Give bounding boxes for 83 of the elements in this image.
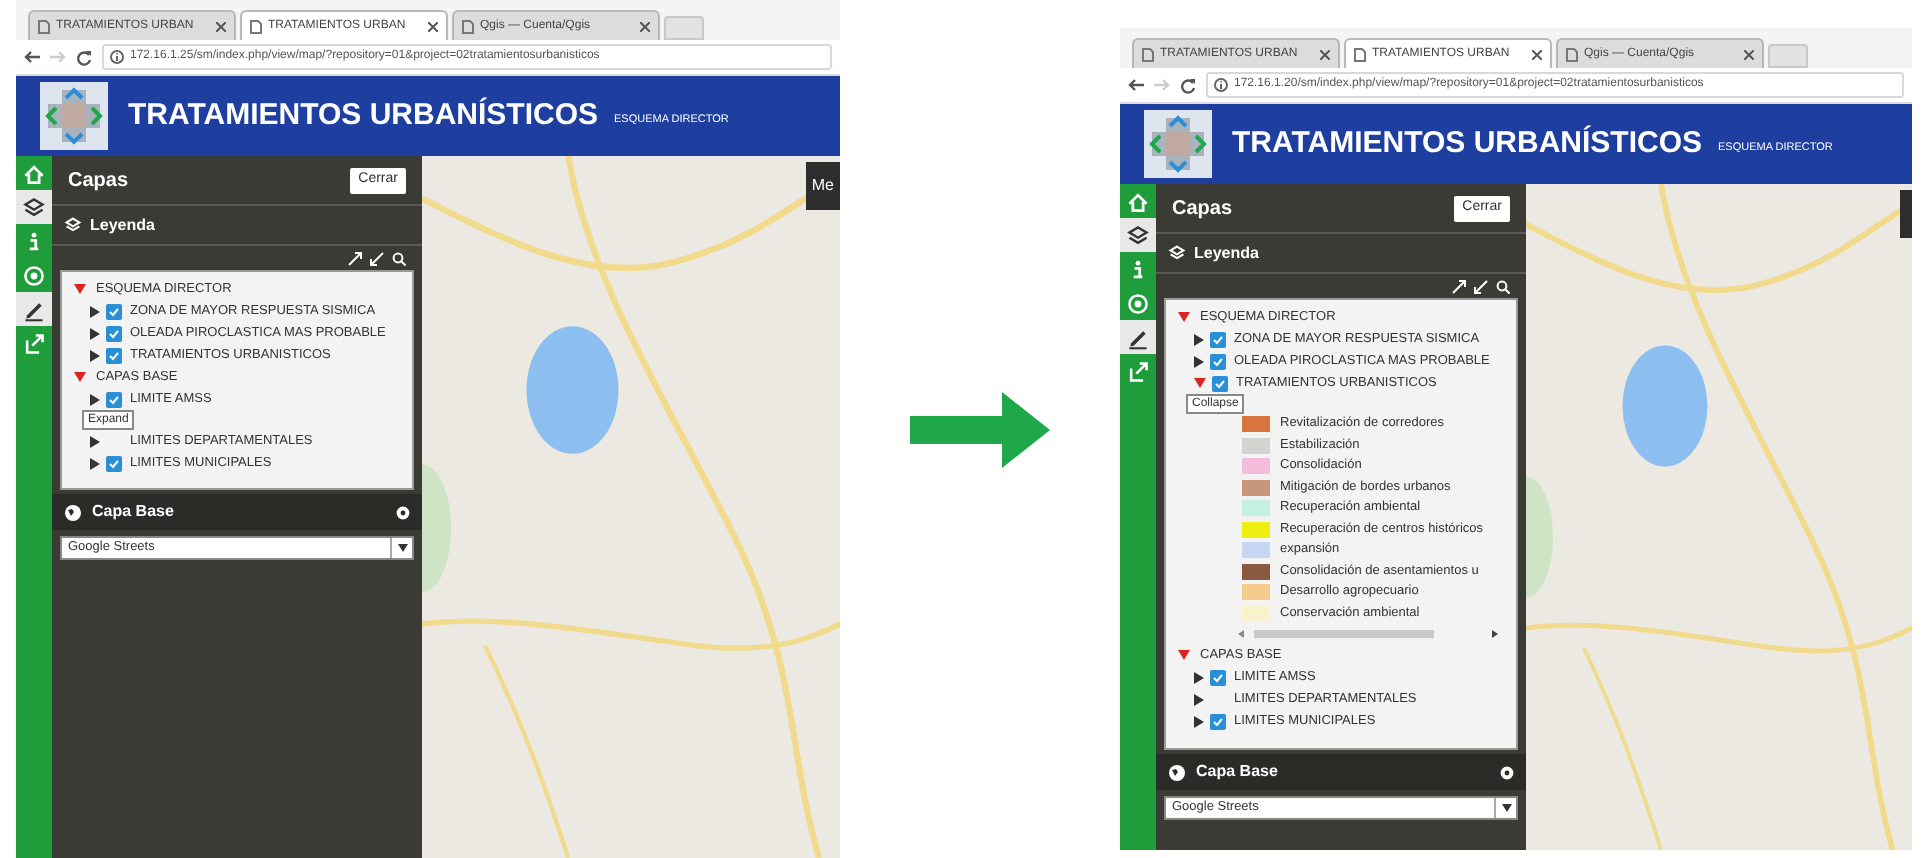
caret-down-icon[interactable] xyxy=(1194,378,1206,388)
checkbox[interactable] xyxy=(1210,331,1226,347)
layers-icon xyxy=(1168,244,1186,262)
checkbox[interactable] xyxy=(1210,669,1226,685)
caret-right-icon[interactable] xyxy=(1194,693,1204,705)
sidebar-button[interactable] xyxy=(1120,218,1156,252)
right-arrow-drawing xyxy=(910,391,1050,467)
panel-title: Capas xyxy=(1172,195,1233,223)
legend-title: Leyenda xyxy=(90,213,155,237)
diagonal-arrow-icon[interactable] xyxy=(348,251,362,265)
page-icon xyxy=(1142,47,1154,61)
caret-down-icon xyxy=(1501,804,1511,812)
back-icon[interactable] xyxy=(24,50,40,64)
caret-down-icon[interactable] xyxy=(74,284,86,294)
caret-right-icon[interactable] xyxy=(1194,715,1204,727)
legend-title: Leyenda xyxy=(1194,241,1259,265)
checkbox[interactable] xyxy=(106,347,122,363)
layers-icon xyxy=(64,216,82,234)
page-icon xyxy=(1566,47,1578,61)
pencil-icon xyxy=(1126,325,1150,349)
page-icon xyxy=(38,19,50,33)
caret-right-icon[interactable] xyxy=(90,393,100,405)
logo-icon xyxy=(40,82,108,150)
map-button[interactable]: Me xyxy=(805,162,840,210)
checkbox[interactable] xyxy=(1210,353,1226,369)
checkbox[interactable] xyxy=(1212,375,1228,391)
page-icon xyxy=(1354,47,1366,61)
caret-right-icon[interactable] xyxy=(1194,355,1204,367)
info-icon[interactable] xyxy=(1214,78,1228,92)
home-icon xyxy=(22,161,46,185)
caret-right-icon[interactable] xyxy=(90,457,100,469)
caret-right-icon[interactable] xyxy=(90,327,100,339)
info-icon[interactable] xyxy=(110,50,124,64)
caret-down-icon xyxy=(397,544,407,552)
globe-icon xyxy=(64,503,82,521)
caret-right-icon[interactable] xyxy=(90,349,100,361)
share-icon xyxy=(1126,359,1150,383)
checkbox[interactable] xyxy=(106,303,122,319)
diagonal-arrow-icon[interactable] xyxy=(1474,279,1488,293)
caret-down-icon[interactable] xyxy=(1178,312,1190,322)
close-icon[interactable] xyxy=(428,21,438,31)
caret-right-icon[interactable] xyxy=(90,305,100,317)
search-icon[interactable] xyxy=(392,251,406,265)
close-icon[interactable] xyxy=(1532,49,1542,59)
layers-icon xyxy=(1126,223,1150,247)
share-icon xyxy=(22,331,46,355)
base-layer-title: Capa Base xyxy=(1196,760,1278,784)
panel-title: Capas xyxy=(68,167,129,195)
page-icon xyxy=(462,19,474,33)
close-icon[interactable] xyxy=(216,21,226,31)
app-title: TRATAMIENTOS URBANÍSTICOS xyxy=(1232,123,1702,164)
app-title: TRATAMIENTOS URBANÍSTICOS xyxy=(128,95,598,136)
pencil-icon xyxy=(22,297,46,321)
home-icon xyxy=(1126,189,1150,213)
back-icon[interactable] xyxy=(1128,78,1144,92)
search-icon[interactable] xyxy=(1496,279,1510,293)
sidebar-button[interactable] xyxy=(16,292,52,326)
caret-down-icon[interactable] xyxy=(74,372,86,382)
sidebar-button[interactable] xyxy=(16,190,52,224)
sidebar-button[interactable] xyxy=(1120,320,1156,354)
base-layer-title: Capa Base xyxy=(92,500,174,524)
checkbox[interactable] xyxy=(106,391,122,407)
caret-right-icon[interactable] xyxy=(1194,671,1204,683)
layers-icon xyxy=(22,195,46,219)
logo-icon xyxy=(1144,110,1212,178)
close-icon[interactable] xyxy=(1320,49,1330,59)
reload-icon[interactable] xyxy=(76,49,92,65)
diagonal-arrow-icon[interactable] xyxy=(370,251,384,265)
diagonal-arrow-icon[interactable] xyxy=(1452,279,1466,293)
target-icon xyxy=(22,263,46,287)
close-icon[interactable] xyxy=(640,21,650,31)
globe-icon xyxy=(1168,763,1186,781)
checkbox[interactable] xyxy=(1210,713,1226,729)
target-icon xyxy=(1126,291,1150,315)
horizontal-scrollbar[interactable] xyxy=(1238,628,1498,640)
checkbox[interactable] xyxy=(106,455,122,471)
reload-icon[interactable] xyxy=(1180,77,1196,93)
caret-down-icon[interactable] xyxy=(1178,650,1190,660)
caret-right-icon[interactable] xyxy=(1194,333,1204,345)
checkbox[interactable] xyxy=(106,325,122,341)
caret-right-icon[interactable] xyxy=(90,435,100,447)
page-icon xyxy=(250,19,262,33)
close-icon[interactable] xyxy=(1744,49,1754,59)
